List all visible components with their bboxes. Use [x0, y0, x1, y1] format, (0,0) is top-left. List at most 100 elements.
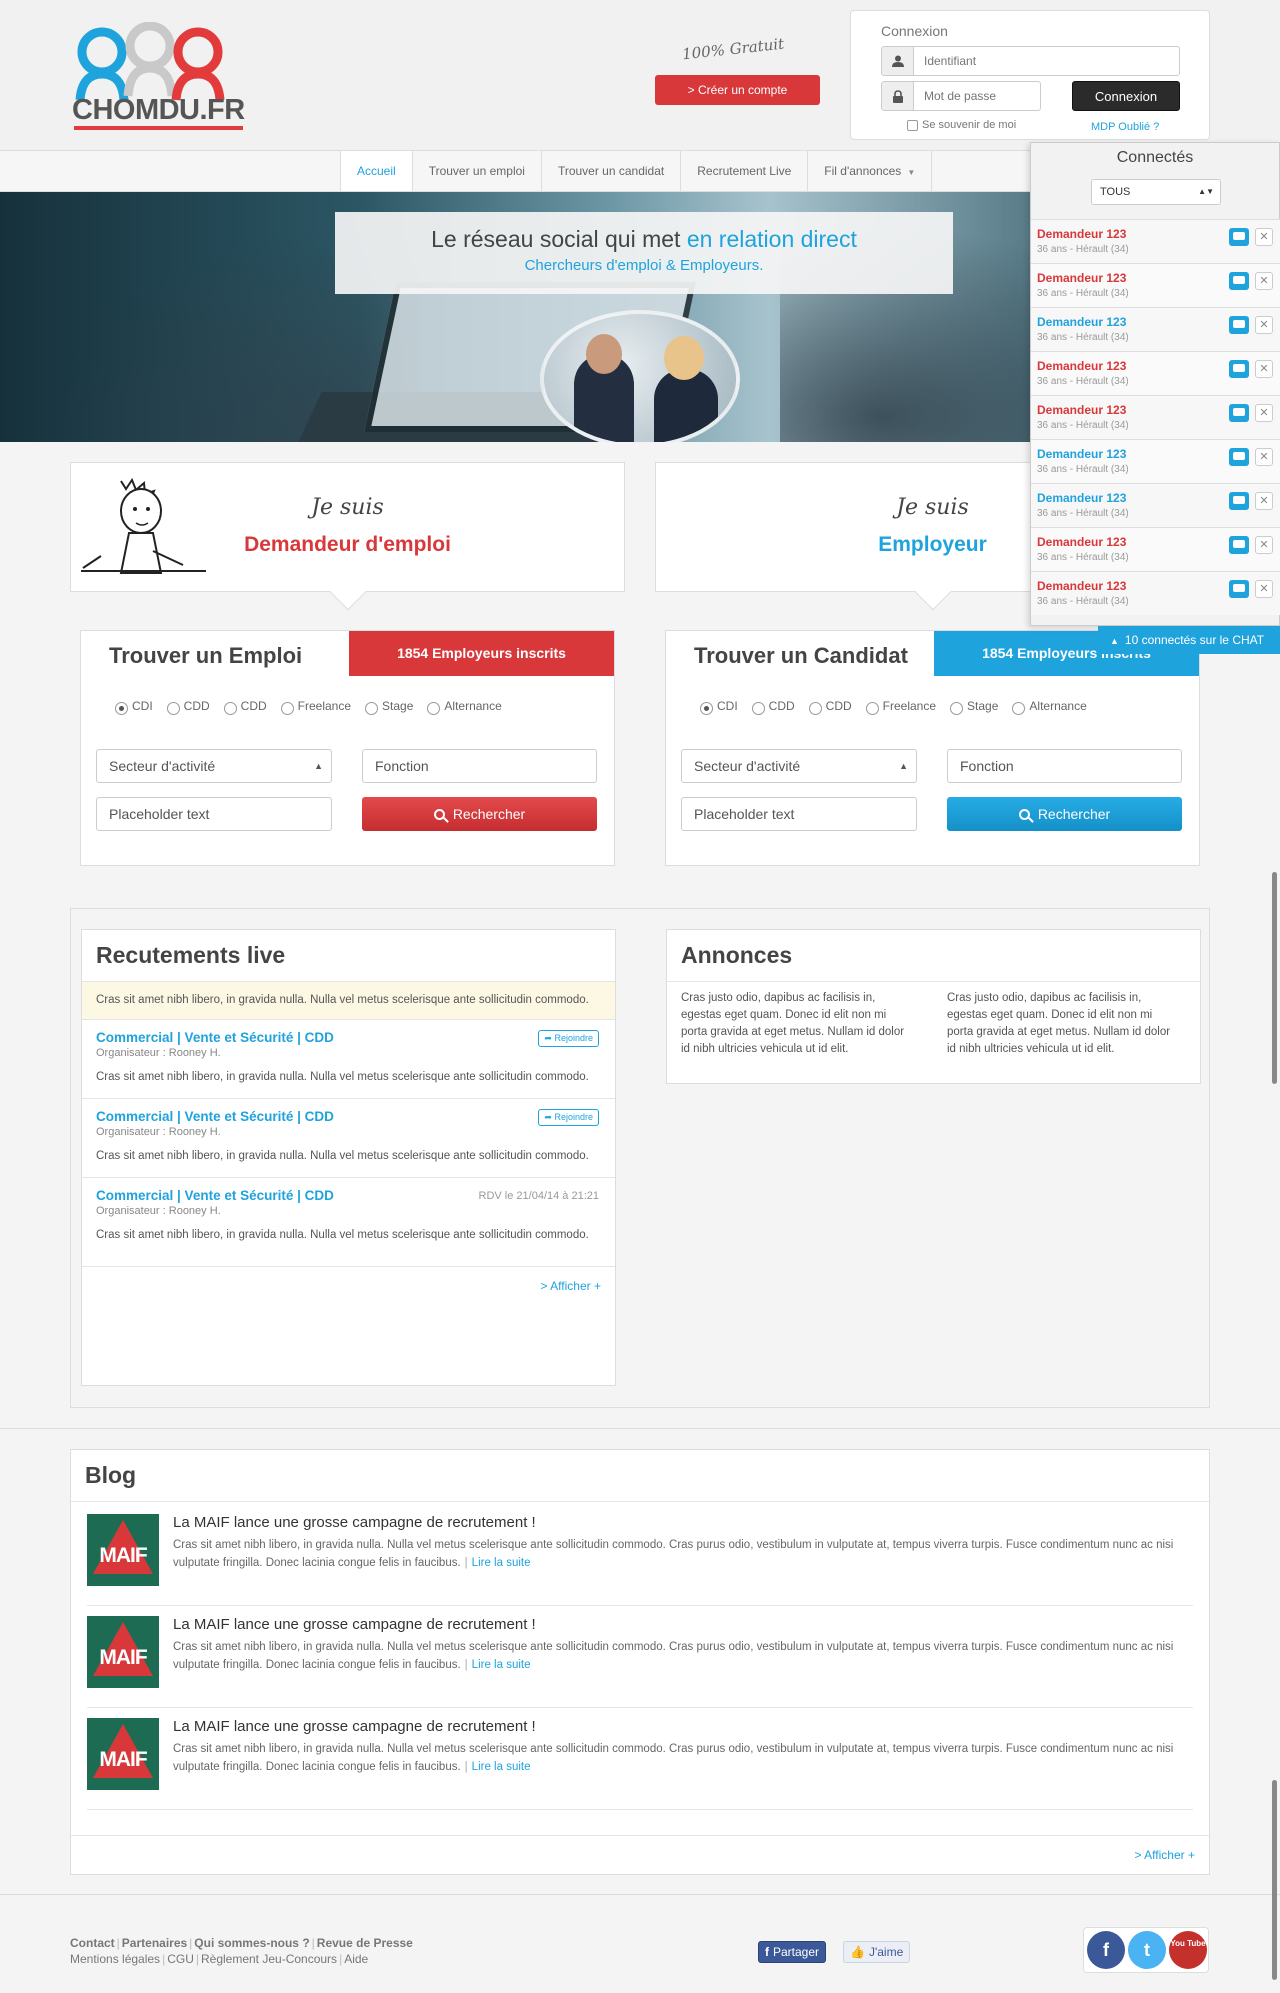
post-thumbnail[interactable]: MAIF	[87, 1616, 159, 1688]
nav-item-find-job[interactable]: Trouver un emploi	[411, 151, 541, 191]
close-icon[interactable]: ✕	[1255, 448, 1273, 466]
close-icon[interactable]: ✕	[1255, 492, 1273, 510]
chat-user-name[interactable]: Demandeur 123	[1037, 491, 1126, 505]
seeker-radio-cdi[interactable]: CDI	[115, 699, 153, 715]
seeker-radio-cdd[interactable]: CDD	[166, 699, 210, 715]
seeker-function-input[interactable]: Fonction	[362, 749, 597, 783]
chat-user-row[interactable]: Demandeur 123 36 ans - Hérault (34) ✕	[1031, 219, 1280, 263]
chat-user-name[interactable]: Demandeur 123	[1037, 403, 1126, 417]
close-icon[interactable]: ✕	[1255, 360, 1273, 378]
facebook-share-button[interactable]: f Partager	[758, 1941, 827, 1963]
employer-radio-cdd-2[interactable]: CDD	[808, 699, 852, 715]
seeker-sector-select[interactable]: Secteur d'activité ▲	[96, 749, 332, 783]
chat-user-row[interactable]: Demandeur 123 36 ans - Hérault (34) ✕	[1031, 571, 1280, 615]
chat-filter-select[interactable]: TOUS ▲▼	[1091, 179, 1221, 205]
close-icon[interactable]: ✕	[1255, 536, 1273, 554]
scrollbar-thumb[interactable]	[1272, 1780, 1277, 1980]
chat-user-row[interactable]: Demandeur 123 36 ans - Hérault (34) ✕	[1031, 351, 1280, 395]
employer-radio-cdi[interactable]: CDI	[700, 699, 738, 715]
close-icon[interactable]: ✕	[1255, 580, 1273, 598]
read-more-link[interactable]: Lire la suite	[472, 1659, 531, 1671]
seeker-radio-freelance[interactable]: Freelance	[280, 699, 351, 715]
close-icon[interactable]: ✕	[1255, 316, 1273, 334]
footer-link-help[interactable]: Aide	[344, 1952, 368, 1966]
post-thumbnail[interactable]: MAIF	[87, 1514, 159, 1586]
signup-button[interactable]: > Créer un compte	[655, 75, 820, 105]
post-title[interactable]: La MAIF lance une grosse campagne de rec…	[173, 1718, 536, 1735]
logo[interactable]: CHOMDU.FR	[70, 21, 245, 132]
nav-item-home[interactable]: Accueil	[340, 151, 412, 191]
blog-more-link[interactable]: > Afficher +	[71, 1835, 1209, 1874]
chat-user-row[interactable]: Demandeur 123 36 ans - Hérault (34) ✕	[1031, 263, 1280, 307]
read-more-link[interactable]: Lire la suite	[472, 1557, 531, 1569]
facebook-icon[interactable]: f	[1087, 1931, 1125, 1969]
chat-user-name[interactable]: Demandeur 123	[1037, 359, 1126, 373]
employer-radio-stage[interactable]: Stage	[950, 699, 998, 715]
footer-link-rules[interactable]: Règlement Jeu-Concours	[201, 1952, 337, 1966]
chat-user-name[interactable]: Demandeur 123	[1037, 535, 1126, 549]
chat-bubble-icon[interactable]	[1229, 580, 1249, 598]
footer-link-cgu[interactable]: CGU	[167, 1952, 194, 1966]
chat-bubble-icon[interactable]	[1229, 492, 1249, 510]
nav-item-find-candidate[interactable]: Trouver un candidat	[540, 151, 680, 191]
footer-link-partners[interactable]: Partenaires	[122, 1936, 187, 1950]
nav-item-ads-dropdown[interactable]: Fil d'annonces ▼	[807, 151, 933, 191]
seeker-radio-alternance[interactable]: Alternance	[427, 699, 502, 715]
read-more-link[interactable]: Lire la suite	[472, 1761, 531, 1773]
seeker-radio-stage[interactable]: Stage	[365, 699, 413, 715]
chat-user-name[interactable]: Demandeur 123	[1037, 579, 1126, 593]
footer-link-press[interactable]: Revue de Presse	[317, 1936, 413, 1950]
footer-link-contact[interactable]: Contact	[70, 1936, 115, 1950]
facebook-like-button[interactable]: 👍 J'aime	[843, 1941, 911, 1963]
chat-user-row[interactable]: Demandeur 123 36 ans - Hérault (34) ✕	[1031, 307, 1280, 351]
employer-sector-select[interactable]: Secteur d'activité ▲	[681, 749, 917, 783]
seeker-text-input[interactable]: Placeholder text	[96, 797, 332, 831]
footer-link-legal[interactable]: Mentions légales	[70, 1952, 160, 1966]
chat-bubble-icon[interactable]	[1229, 272, 1249, 290]
employer-text-input[interactable]: Placeholder text	[681, 797, 917, 831]
join-button[interactable]: ➦ Rejoindre	[538, 1030, 599, 1047]
close-icon[interactable]: ✕	[1255, 228, 1273, 246]
employer-function-input[interactable]: Fonction	[947, 749, 1182, 783]
chat-toggle-bar[interactable]: ▲ 10 connectés sur le CHAT	[1098, 626, 1280, 654]
username-input[interactable]	[916, 47, 1176, 75]
forgot-password-link[interactable]: MDP Oublié ?	[1091, 121, 1159, 133]
live-event-title[interactable]: Commercial | Vente et Sécurité | CDD	[96, 1030, 601, 1045]
live-more-link[interactable]: > Afficher +	[82, 1267, 615, 1305]
chat-bubble-icon[interactable]	[1229, 360, 1249, 378]
employer-radio-alternance[interactable]: Alternance	[1012, 699, 1087, 715]
chat-bubble-icon[interactable]	[1229, 316, 1249, 334]
password-input[interactable]	[916, 82, 1038, 110]
login-button[interactable]: Connexion	[1072, 81, 1180, 111]
scrollbar-thumb[interactable]	[1272, 872, 1277, 1084]
seeker-search-button[interactable]: Rechercher	[362, 797, 597, 831]
chat-bubble-icon[interactable]	[1229, 536, 1249, 554]
employer-radio-cdd[interactable]: CDD	[751, 699, 795, 715]
employer-radio-freelance[interactable]: Freelance	[865, 699, 936, 715]
post-thumbnail[interactable]: MAIF	[87, 1718, 159, 1790]
close-icon[interactable]: ✕	[1255, 404, 1273, 422]
close-icon[interactable]: ✕	[1255, 272, 1273, 290]
employer-search-button[interactable]: Rechercher	[947, 797, 1182, 831]
chat-user-name[interactable]: Demandeur 123	[1037, 271, 1126, 285]
remember-checkbox[interactable]	[907, 119, 918, 131]
twitter-icon[interactable]: t	[1128, 1931, 1166, 1969]
chat-user-name[interactable]: Demandeur 123	[1037, 447, 1126, 461]
chat-user-row[interactable]: Demandeur 123 36 ans - Hérault (34) ✕	[1031, 439, 1280, 483]
chat-user-name[interactable]: Demandeur 123	[1037, 315, 1126, 329]
username-field[interactable]	[881, 46, 1180, 76]
password-field[interactable]	[881, 81, 1041, 111]
footer-link-about[interactable]: Qui sommes-nous ?	[194, 1936, 309, 1950]
live-event-title[interactable]: Commercial | Vente et Sécurité | CDD	[96, 1109, 601, 1124]
chat-user-row[interactable]: Demandeur 123 36 ans - Hérault (34) ✕	[1031, 395, 1280, 439]
chat-bubble-icon[interactable]	[1229, 228, 1249, 246]
youtube-icon[interactable]: You Tube	[1169, 1931, 1207, 1969]
post-title[interactable]: La MAIF lance une grosse campagne de rec…	[173, 1616, 536, 1633]
chat-user-name[interactable]: Demandeur 123	[1037, 227, 1126, 241]
remember-me[interactable]: Se souvenir de moi	[907, 119, 1016, 131]
chat-user-row[interactable]: Demandeur 123 36 ans - Hérault (34) ✕	[1031, 527, 1280, 571]
chat-user-row[interactable]: Demandeur 123 36 ans - Hérault (34) ✕	[1031, 483, 1280, 527]
chat-bubble-icon[interactable]	[1229, 448, 1249, 466]
seeker-radio-cdd-2[interactable]: CDD	[223, 699, 267, 715]
nav-item-live[interactable]: Recrutement Live	[680, 151, 807, 191]
